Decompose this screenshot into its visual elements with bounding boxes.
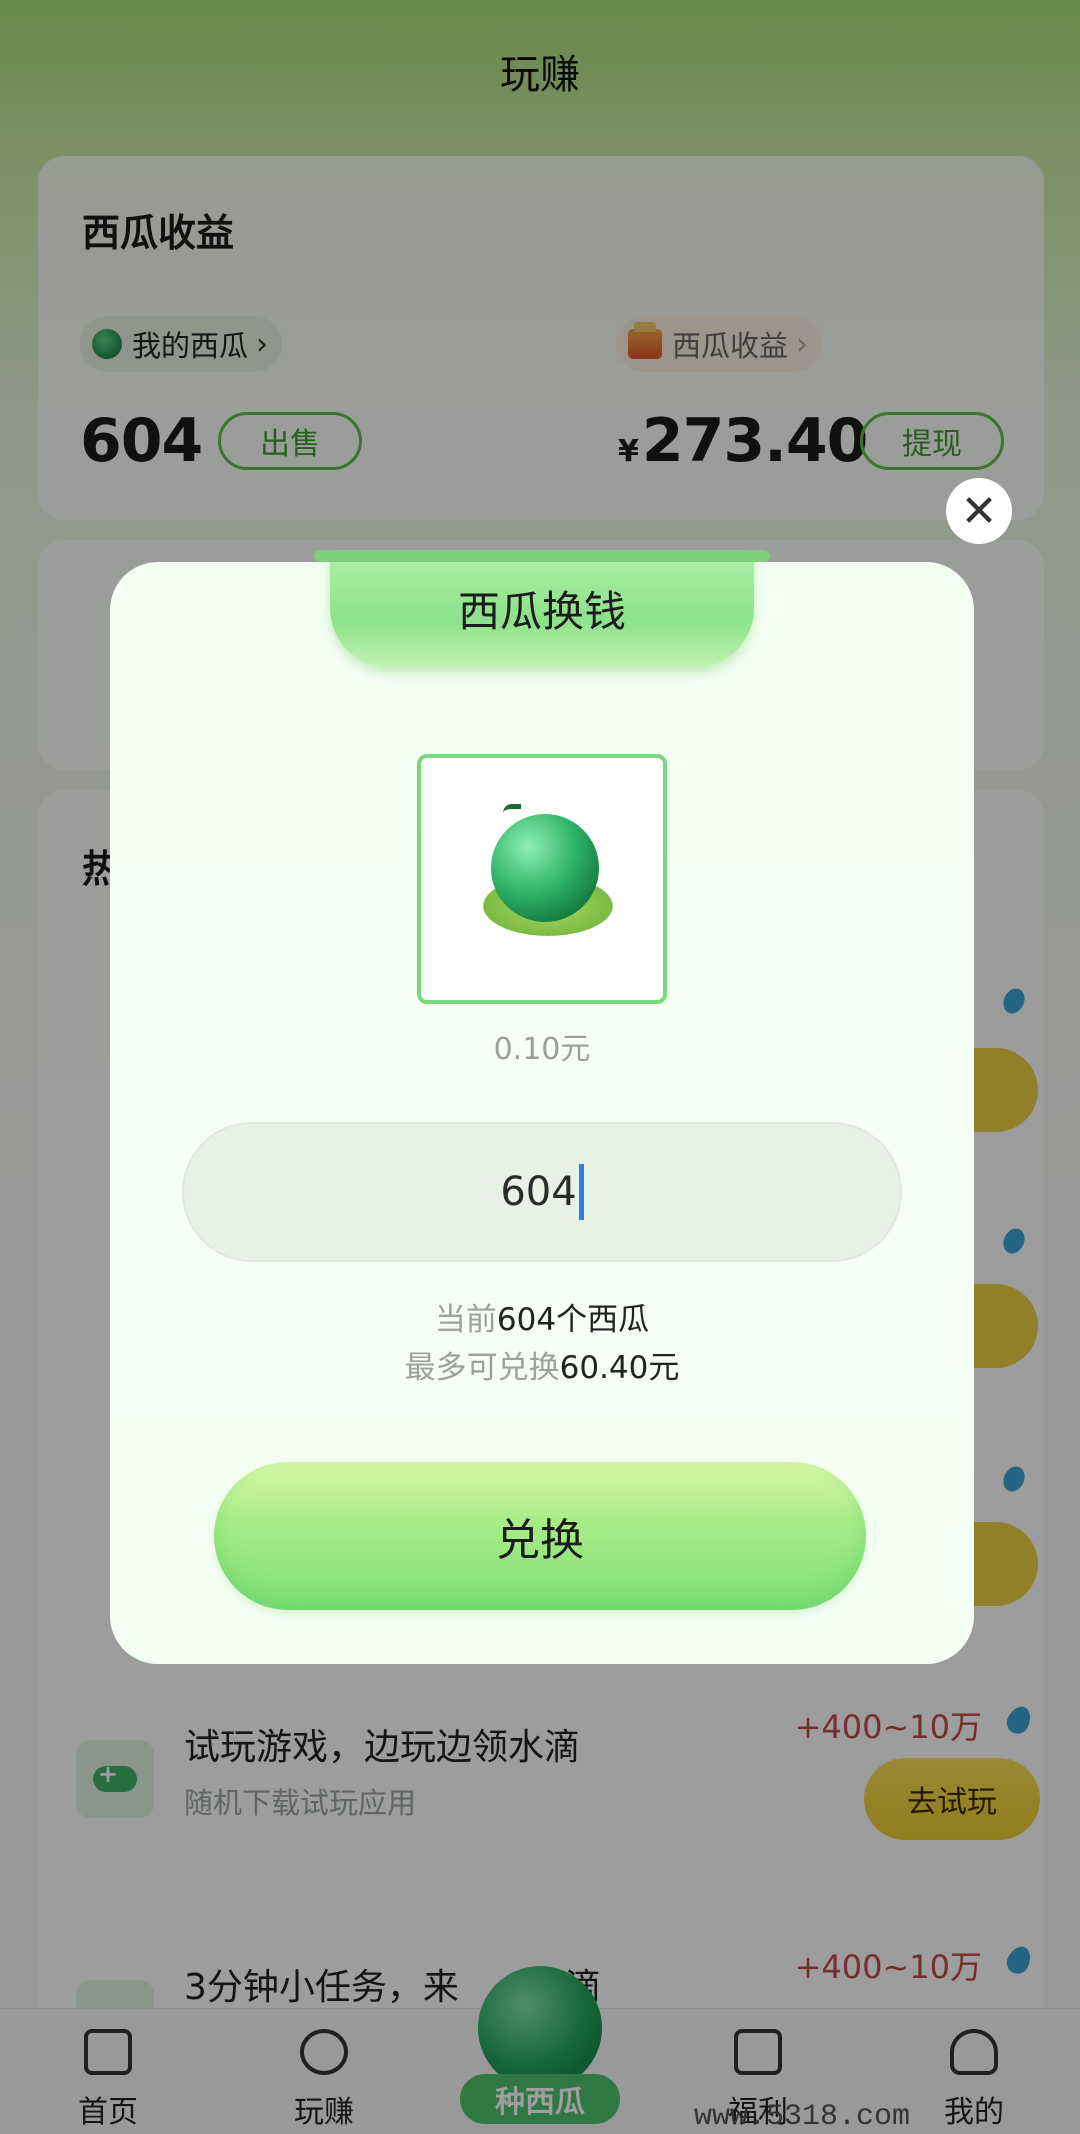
max-exchange-line: 最多可兑换60.40元 xyxy=(110,1342,974,1387)
exchange-modal: 西瓜换钱 0.10元 604 当前604个西瓜 最多可兑换60.40元 兑换 xyxy=(110,550,974,1664)
watermark: www.5318.com xyxy=(694,2100,911,2134)
exchange-button[interactable]: 兑换 xyxy=(214,1462,866,1610)
modal-title: 西瓜换钱 xyxy=(457,587,626,636)
max-amount: 60.40元 xyxy=(559,1350,680,1386)
melon-item-card xyxy=(417,754,667,1004)
modal-header-ribbon: 西瓜换钱 xyxy=(314,550,770,668)
quantity-value: 604 xyxy=(500,1169,577,1215)
current-count: 604个西瓜 xyxy=(496,1302,650,1338)
close-icon[interactable]: ✕ xyxy=(946,478,1012,544)
max-prefix: 最多可兑换 xyxy=(404,1350,560,1386)
text-caret xyxy=(578,1164,584,1220)
stem-icon xyxy=(503,804,521,822)
quantity-input[interactable]: 604 xyxy=(182,1122,902,1262)
watermelon-icon xyxy=(491,814,599,922)
current-prefix: 当前 xyxy=(434,1302,497,1338)
current-melons-line: 当前604个西瓜 xyxy=(110,1294,974,1339)
unit-price: 0.10元 xyxy=(493,1032,591,1067)
